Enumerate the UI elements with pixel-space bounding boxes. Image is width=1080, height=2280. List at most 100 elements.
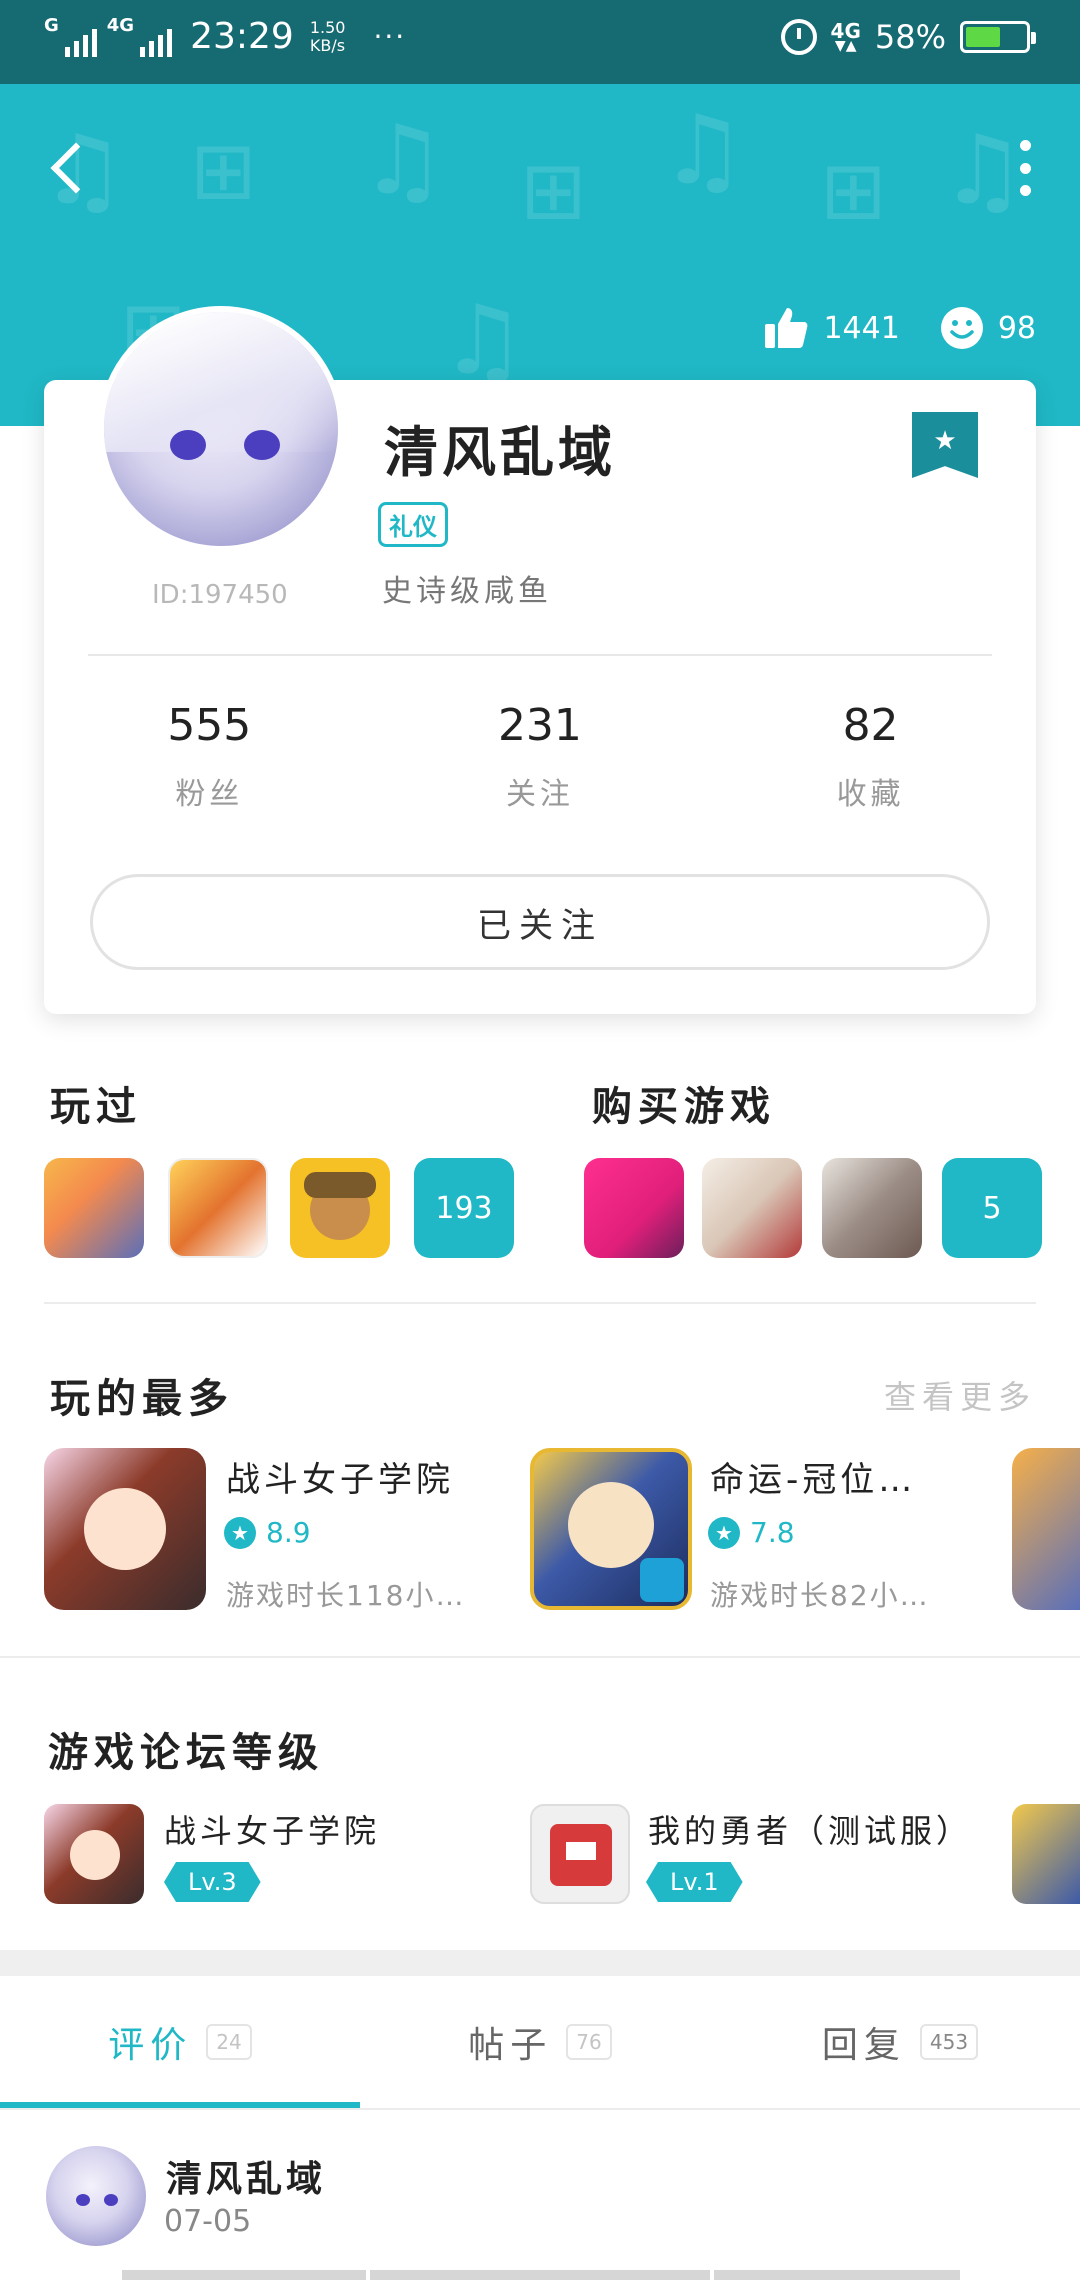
purchased-title: 购买游戏 [592, 1084, 776, 1130]
purchased-game-icon-2[interactable] [702, 1158, 802, 1258]
post-image-placeholder[interactable] [370, 2270, 710, 2280]
gamepad-icon: ⊞ [190, 124, 258, 217]
favorites-stat[interactable]: 82 收藏 [705, 700, 1036, 813]
signal-icon: G [44, 14, 97, 57]
more-options-button[interactable] [1010, 140, 1040, 196]
tab-count: 24 [206, 2024, 252, 2060]
purchased-game-icon-1[interactable] [584, 1158, 684, 1258]
most-played-name-2[interactable]: 命运-冠位… [710, 1452, 916, 1501]
favorites-label: 收藏 [836, 777, 905, 812]
tab-reviews[interactable]: 评价 24 [0, 1976, 360, 2108]
most-played-time-1: 游戏时长118小… [226, 1579, 466, 1612]
following-stat[interactable]: 231 关注 [375, 700, 706, 813]
see-more-link[interactable]: 查看更多 [884, 1372, 1036, 1418]
played-more-count[interactable]: 193 [414, 1158, 514, 1258]
played-game-icon-2[interactable] [168, 1158, 268, 1258]
tab-label: 帖子 [468, 2025, 553, 2066]
post-author-avatar[interactable] [46, 2146, 146, 2246]
avatar[interactable] [98, 306, 344, 552]
divider [0, 1656, 1080, 1658]
most-played-icon-1[interactable] [44, 1448, 206, 1610]
score-value: 7.8 [750, 1516, 795, 1549]
played-game-icon-3[interactable] [290, 1158, 390, 1258]
battery-fill [966, 27, 1000, 47]
smile-icon [940, 307, 983, 349]
network-speed: 1.50 KB/s [309, 17, 346, 55]
user-id: ID:197450 [152, 580, 288, 610]
purchased-more-count[interactable]: 5 [942, 1158, 1042, 1258]
header-stats: 1441 98 [723, 306, 1036, 350]
forum-game-name-1[interactable]: 战斗女子学院 [164, 1806, 380, 1852]
status-bar-left: G 4G 23:29 1.50 KB/s ··· [44, 16, 406, 57]
tab-replies[interactable]: 回复 453 [720, 1976, 1080, 2108]
music-note-icon: ♫ [660, 94, 747, 206]
tab-label: 评价 [108, 2025, 193, 2066]
following-count: 231 [497, 700, 582, 751]
played-game-icon-1[interactable] [44, 1158, 144, 1258]
clock: 23:29 [190, 16, 294, 57]
smiles-count: 98 [997, 310, 1036, 346]
forum-game-icon-2[interactable] [530, 1804, 630, 1904]
speed-value: 1.50 [309, 17, 346, 37]
post-author-name[interactable]: 清风乱域 [166, 2150, 326, 2202]
most-played-icon-2[interactable] [530, 1448, 692, 1610]
fans-count: 555 [167, 700, 252, 751]
most-played-score-2: ★ 7.8 [708, 1516, 795, 1549]
likes-count: 1441 [823, 310, 900, 346]
smiles-stat[interactable]: 98 [940, 306, 1036, 350]
divider [88, 654, 992, 656]
back-button[interactable] [40, 136, 90, 196]
status-bar-right: 4G ▼▲ 58% [780, 18, 1036, 56]
purchased-game-icon-3[interactable] [822, 1158, 922, 1258]
content-tabs: 评价 24 帖子 76 回复 453 [0, 1976, 1080, 2110]
tab-count: 453 [919, 2024, 979, 2060]
signal-icon-2: 4G [106, 14, 173, 57]
post-image-placeholder[interactable] [122, 2270, 366, 2280]
most-played-score-1: ★ 8.9 [224, 1516, 311, 1549]
alarm-icon [780, 19, 817, 55]
network-4g-icon: 4G ▼▲ [831, 21, 861, 54]
user-tag-badge[interactable]: 礼仪 [378, 502, 448, 547]
likes-stat[interactable]: 1441 [763, 306, 900, 350]
star-icon: ★ [708, 1516, 740, 1549]
profile-stats: 555 粉丝 231 关注 82 收藏 [44, 700, 1036, 813]
tab-indicator [0, 2102, 360, 2108]
battery-percent: 58% [874, 18, 946, 56]
username: 清风乱域 [384, 421, 616, 484]
battery-icon [960, 21, 1036, 53]
gamepad-icon: ⊞ [520, 144, 588, 237]
data-arrows-icon: ▼▲ [834, 38, 857, 54]
fans-label: 粉丝 [175, 777, 244, 812]
favorites-count: 82 [842, 700, 899, 751]
user-title: 史诗级咸鱼 [382, 574, 552, 609]
score-value: 8.9 [266, 1516, 311, 1549]
speed-unit: KB/s [309, 35, 346, 55]
post-date: 07-05 [164, 2204, 252, 2239]
star-icon: ★ [224, 1516, 256, 1549]
network-type-2: 4G [106, 14, 135, 36]
forum-game-icon-1[interactable] [44, 1804, 144, 1904]
most-played-icon-3[interactable] [1012, 1448, 1080, 1610]
tab-posts[interactable]: 帖子 76 [360, 1976, 720, 2108]
played-title: 玩过 [50, 1084, 142, 1130]
most-played-name-1[interactable]: 战斗女子学院 [226, 1452, 454, 1501]
notification-more-icon: ··· [373, 20, 407, 53]
forum-game-icon-3[interactable] [1012, 1804, 1080, 1904]
divider [44, 1302, 1036, 1304]
most-played-title: 玩的最多 [50, 1376, 234, 1422]
status-bar: G 4G 23:29 1.50 KB/s ··· 4G ▼▲ 58% [0, 0, 1080, 84]
tab-label: 回复 [821, 2025, 906, 2066]
level-badge-1: Lv.3 [164, 1862, 261, 1902]
section-gap [0, 1950, 1080, 1976]
gamepad-icon: ⊞ [820, 144, 888, 237]
follow-button[interactable]: 已关注 [90, 874, 990, 970]
network-type: G [44, 14, 59, 36]
thumbs-up-icon [765, 308, 808, 348]
tab-count: 76 [566, 2024, 612, 2060]
level-badge-2: Lv.1 [646, 1862, 743, 1902]
post-image-placeholder[interactable] [714, 2270, 960, 2280]
following-label: 关注 [505, 777, 574, 812]
forum-level-title: 游戏论坛等级 [48, 1730, 324, 1776]
forum-game-name-2[interactable]: 我的勇者（测试服） [648, 1806, 972, 1852]
fans-stat[interactable]: 555 粉丝 [44, 700, 375, 813]
